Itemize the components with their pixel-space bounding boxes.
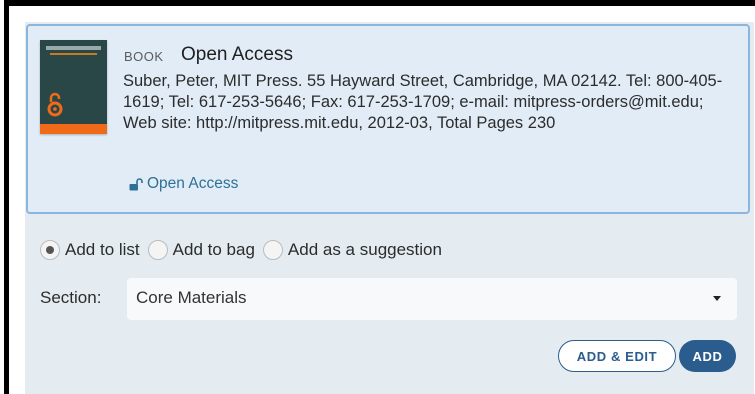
cover-subtitle-bar [50, 53, 97, 55]
window-top-border [4, 0, 755, 6]
open-access-link[interactable]: Open Access [129, 175, 238, 193]
section-label: Section: [40, 288, 102, 307]
caret-down-icon [713, 296, 721, 301]
item-type-label: BOOK [124, 49, 164, 64]
unlocked-padlock-icon [129, 177, 143, 190]
screenshot-frame: BOOK Open Access Suber, Peter, MIT Press… [0, 0, 755, 394]
add-to-list-radio[interactable] [40, 240, 60, 260]
add-to-list-label[interactable]: Add to list [65, 240, 140, 260]
open-access-link-label: Open Access [147, 175, 239, 192]
book-cover-thumbnail[interactable] [40, 40, 107, 134]
add-to-bag-radio[interactable] [147, 240, 168, 260]
cover-title-bar [46, 46, 101, 50]
cover-orange-band [40, 124, 107, 134]
window-left-border [4, 0, 9, 394]
section-select-value: Core Materials [136, 288, 247, 307]
item-citation: Suber, Peter, MIT Press. 55 Hayward Stre… [123, 72, 723, 132]
add-as-suggestion-label[interactable]: Add as a suggestion [288, 240, 442, 260]
add-as-suggestion-radio[interactable] [262, 240, 283, 260]
add-options-radio-group: Add to list Add to bag Add as a suggesti… [40, 238, 450, 262]
open-access-icon [47, 92, 63, 117]
section-select[interactable]: Core Materials [127, 278, 737, 320]
item-title[interactable]: Open Access [181, 44, 293, 66]
add-and-edit-button[interactable]: ADD & EDIT [558, 340, 676, 372]
add-button[interactable]: ADD [679, 340, 736, 372]
add-to-bag-label[interactable]: Add to bag [173, 240, 255, 260]
